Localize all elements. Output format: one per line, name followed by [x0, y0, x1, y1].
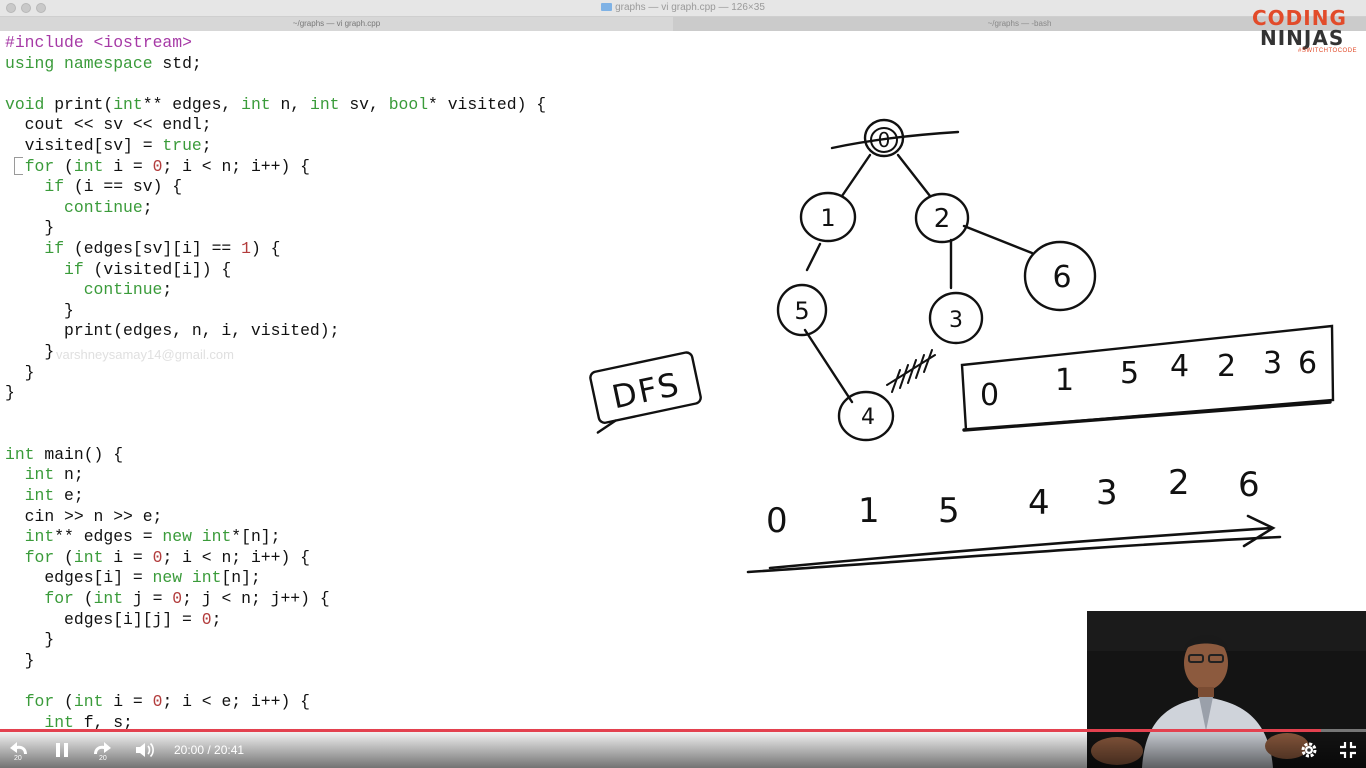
sequence-arrow	[746, 535, 1282, 574]
whiteboard-drawing: 0 1 2 5 3 6 4 DFS 0 1 5 4 2 3 6 0 1 5 4 …	[589, 118, 1335, 574]
tree-node-6-label: 6	[1052, 260, 1071, 295]
coding-ninjas-logo: CODING NINJAS #SWITCHTOCODE	[1252, 8, 1362, 54]
tree-node-0-label: 0	[878, 128, 891, 152]
bottom-seq-3: 4	[1028, 483, 1050, 523]
edge-2-6	[962, 224, 1034, 255]
folder-icon	[601, 3, 613, 11]
progress-fill	[0, 729, 1321, 732]
window-title-bar: graphs — vi graph.cpp — 126×35	[0, 0, 1366, 17]
tree-node-5-label: 5	[794, 297, 809, 325]
code-editor[interactable]: #include <iostream> using namespace std; …	[5, 33, 546, 733]
tab-vi-graph[interactable]: ~/graphs — vi graph.cpp	[0, 17, 673, 31]
bottom-seq-0: 0	[766, 501, 788, 541]
tree-node-2-label: 2	[934, 204, 951, 234]
edge-5-4	[803, 328, 854, 404]
fullscreen-exit-icon[interactable]	[1338, 740, 1358, 760]
time-display: 20:00 / 20:41	[174, 743, 245, 757]
edge-0-2	[896, 153, 932, 198]
logo-line-coding: CODING	[1252, 6, 1347, 30]
email-watermark: varshneysamay14@gmail.com	[56, 347, 234, 362]
tree-node-3-label: 3	[949, 308, 963, 333]
edge-0-1	[840, 153, 872, 198]
bottom-sequence: 0 1 5 4 3 2 6	[746, 463, 1282, 574]
dfs-label-box: DFS	[589, 351, 702, 434]
boxed-seq-4: 2	[1217, 349, 1236, 384]
tree-node-4-label: 4	[861, 405, 875, 430]
dfs-order-box: 0 1 5 4 2 3 6	[960, 324, 1335, 432]
bottom-seq-1: 1	[858, 491, 880, 531]
pause-icon[interactable]	[54, 741, 70, 759]
boxed-seq-2: 5	[1120, 356, 1139, 391]
bottom-seq-6: 6	[1238, 465, 1260, 505]
bottom-seq-5: 2	[1168, 463, 1190, 503]
forward-seconds: 20	[99, 755, 107, 762]
boxed-seq-3: 4	[1170, 349, 1189, 384]
window-title: graphs — vi graph.cpp — 126×35	[0, 2, 1366, 13]
rewind-seconds: 20	[14, 755, 22, 762]
progress-bar[interactable]	[0, 729, 1366, 732]
tree-node-2: 2	[914, 192, 970, 244]
boxed-seq-1: 1	[1055, 363, 1074, 398]
tree-node-1: 1	[799, 191, 857, 243]
tree-node-0: 0	[863, 118, 905, 158]
tree-node-4: 4	[837, 390, 895, 442]
terminal-tab-bar: ~/graphs — vi graph.cpp ~/graphs — -bash	[0, 17, 1366, 31]
boxed-seq-5: 3	[1263, 346, 1282, 381]
edge-1-5	[805, 242, 822, 272]
volume-icon[interactable]	[134, 740, 156, 760]
tree-node-5: 5	[776, 283, 828, 337]
tree-node-3: 3	[928, 291, 984, 345]
tally-marks	[886, 349, 936, 393]
boxed-seq-6: 6	[1298, 346, 1317, 381]
settings-gear-icon[interactable]	[1299, 740, 1319, 760]
text-cursor	[14, 157, 23, 175]
bottom-seq-2: 5	[938, 491, 960, 531]
tree-node-6: 6	[1023, 240, 1097, 312]
bottom-seq-4: 3	[1096, 473, 1118, 513]
logo-line-ninjas: NINJAS	[1260, 26, 1345, 50]
boxed-seq-0: 0	[980, 378, 999, 413]
tree-node-1-label: 1	[820, 204, 835, 232]
